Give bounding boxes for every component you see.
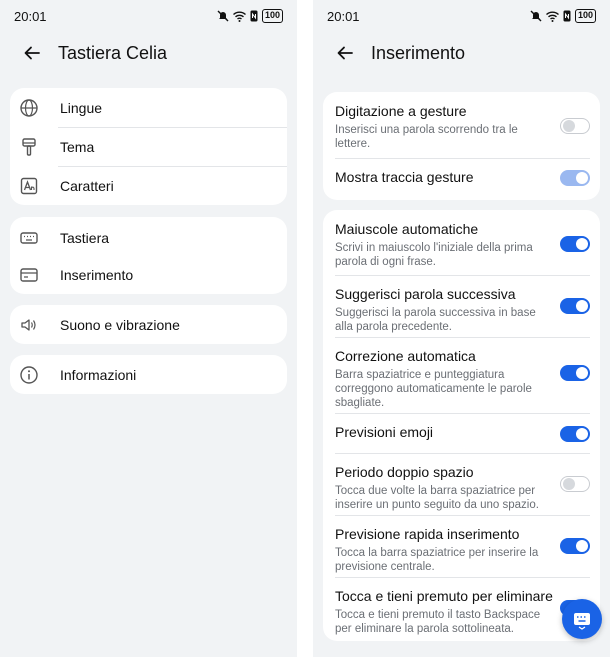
font-icon <box>18 175 40 197</box>
settings-group-typing: Maiuscole automatiche Scrivi in maiuscol… <box>323 210 600 641</box>
setting-description: Suggerisci la parola successiva in base … <box>335 307 536 333</box>
menu-item-label: Caratteri <box>60 177 114 194</box>
globe-icon <box>18 97 40 119</box>
wifi-icon <box>546 11 559 22</box>
status-icons: 100 <box>217 9 283 23</box>
menu-item-tastiera[interactable]: Tastiera <box>10 219 287 256</box>
info-icon <box>18 364 40 386</box>
back-button[interactable] <box>18 39 46 67</box>
menu-item-label: Suono e vibrazione <box>60 316 180 333</box>
menu-item-inserimento[interactable]: Inserimento <box>10 256 287 293</box>
setting-suggerisci-parola[interactable]: Suggerisci parola successiva Suggerisci … <box>323 275 600 337</box>
setting-title: Previsione rapida inserimento <box>335 526 520 542</box>
settings-group-input: Tastiera Inserimento <box>10 217 287 294</box>
page-title: Inserimento <box>371 42 466 63</box>
keyboard-fab-button[interactable] <box>562 599 602 639</box>
setting-previsioni-emoji[interactable]: Previsioni emoji <box>323 413 600 453</box>
toggle-correzione-automatica[interactable] <box>560 365 590 381</box>
input-icon <box>18 264 40 286</box>
arrow-left-icon <box>337 46 353 60</box>
menu-item-label: Lingue <box>60 99 103 116</box>
menu-item-label: Tema <box>60 138 95 155</box>
bell-off-icon <box>530 10 542 22</box>
status-time: 20:01 <box>327 8 360 24</box>
status-bar: 20:01 100 <box>0 0 297 32</box>
setting-description: Barra spaziatrice e punteggiatura correg… <box>335 369 532 409</box>
setting-description: Inserisci una parola scorrendo tra le le… <box>335 124 518 150</box>
menu-item-suono-vibrazione[interactable]: Suono e vibrazione <box>10 305 287 344</box>
settings-group-sound: Suono e vibrazione <box>10 305 287 344</box>
setting-title: Previsioni emoji <box>335 424 434 440</box>
toggle-previsione-rapida[interactable] <box>560 538 590 554</box>
menu-item-caratteri[interactable]: Caratteri <box>10 166 287 205</box>
bell-off-icon <box>217 10 229 22</box>
setting-description: Scrivi in maiuscolo l'iniziale della pri… <box>335 242 533 268</box>
menu-item-informazioni[interactable]: Informazioni <box>10 355 287 394</box>
arrow-left-icon <box>24 46 40 60</box>
setting-title: Tocca e tieni premuto per eliminare <box>335 588 553 604</box>
toggle-suggerisci-parola[interactable] <box>560 298 590 314</box>
setting-title: Mostra traccia gesture <box>335 169 474 185</box>
wifi-icon <box>233 11 246 22</box>
menu-item-tema[interactable]: Tema <box>10 127 287 166</box>
setting-title: Digitazione a gesture <box>335 103 467 119</box>
toggle-mostra-traccia[interactable] <box>560 170 590 186</box>
toggle-previsioni-emoji[interactable] <box>560 426 590 442</box>
settings-screen-main: 20:01 100 Tastiera Celia Lingue Tema Car… <box>0 0 297 657</box>
toggle-periodo-doppio-spazio[interactable] <box>560 476 590 492</box>
status-time: 20:01 <box>14 8 47 24</box>
nfc-icon <box>563 10 571 22</box>
paintbrush-icon <box>18 136 40 158</box>
status-icons: 100 <box>530 9 596 23</box>
settings-group-gesture: Digitazione a gesture Inserisci una paro… <box>323 92 600 200</box>
setting-description: Tocca e tieni premuto il tasto Backspace… <box>335 609 541 635</box>
back-button[interactable] <box>331 39 359 67</box>
app-bar: Inserimento <box>313 34 610 72</box>
keyboard-icon <box>18 227 40 249</box>
setting-maiuscole-automatiche[interactable]: Maiuscole automatiche Scrivi in maiuscol… <box>323 210 600 275</box>
setting-description: Tocca la barra spaziatrice per inserire … <box>335 547 539 573</box>
settings-group-info: Informazioni <box>10 355 287 394</box>
battery-icon: 100 <box>261 9 283 23</box>
battery-icon: 100 <box>574 9 596 23</box>
setting-digitazione-gesture[interactable]: Digitazione a gesture Inserisci una paro… <box>323 92 600 158</box>
menu-item-lingue[interactable]: Lingue <box>10 88 287 127</box>
setting-title: Suggerisci parola successiva <box>335 286 516 302</box>
settings-group-appearance: Lingue Tema Caratteri <box>10 88 287 205</box>
menu-item-label: Inserimento <box>60 266 134 283</box>
settings-screen-inserimento: 20:01 100 Inserimento Digitazione a gest… <box>313 0 610 657</box>
toggle-digitazione-gesture[interactable] <box>560 118 590 134</box>
setting-previsione-rapida[interactable]: Previsione rapida inserimento Tocca la b… <box>323 515 600 577</box>
status-bar: 20:01 100 <box>313 0 610 32</box>
keyboard-icon <box>574 613 590 630</box>
speaker-icon <box>18 314 40 336</box>
menu-item-label: Informazioni <box>60 366 137 383</box>
toggle-maiuscole-automatiche[interactable] <box>560 236 590 252</box>
setting-tocca-tieni-eliminare[interactable]: Tocca e tieni premuto per eliminare Tocc… <box>323 577 600 639</box>
setting-title: Maiuscole automatiche <box>335 221 479 237</box>
setting-title: Correzione automatica <box>335 348 476 364</box>
setting-mostra-traccia[interactable]: Mostra traccia gesture <box>323 158 600 200</box>
page-title: Tastiera Celia <box>58 42 168 63</box>
setting-title: Periodo doppio spazio <box>335 464 474 480</box>
setting-description: Tocca due volte la barra spaziatrice per… <box>335 485 539 511</box>
app-bar: Tastiera Celia <box>0 34 297 72</box>
menu-item-label: Tastiera <box>60 229 110 246</box>
setting-correzione-automatica[interactable]: Correzione automatica Barra spaziatrice … <box>323 337 600 413</box>
nfc-icon <box>250 10 258 22</box>
setting-periodo-doppio-spazio[interactable]: Periodo doppio spazio Tocca due volte la… <box>323 453 600 515</box>
